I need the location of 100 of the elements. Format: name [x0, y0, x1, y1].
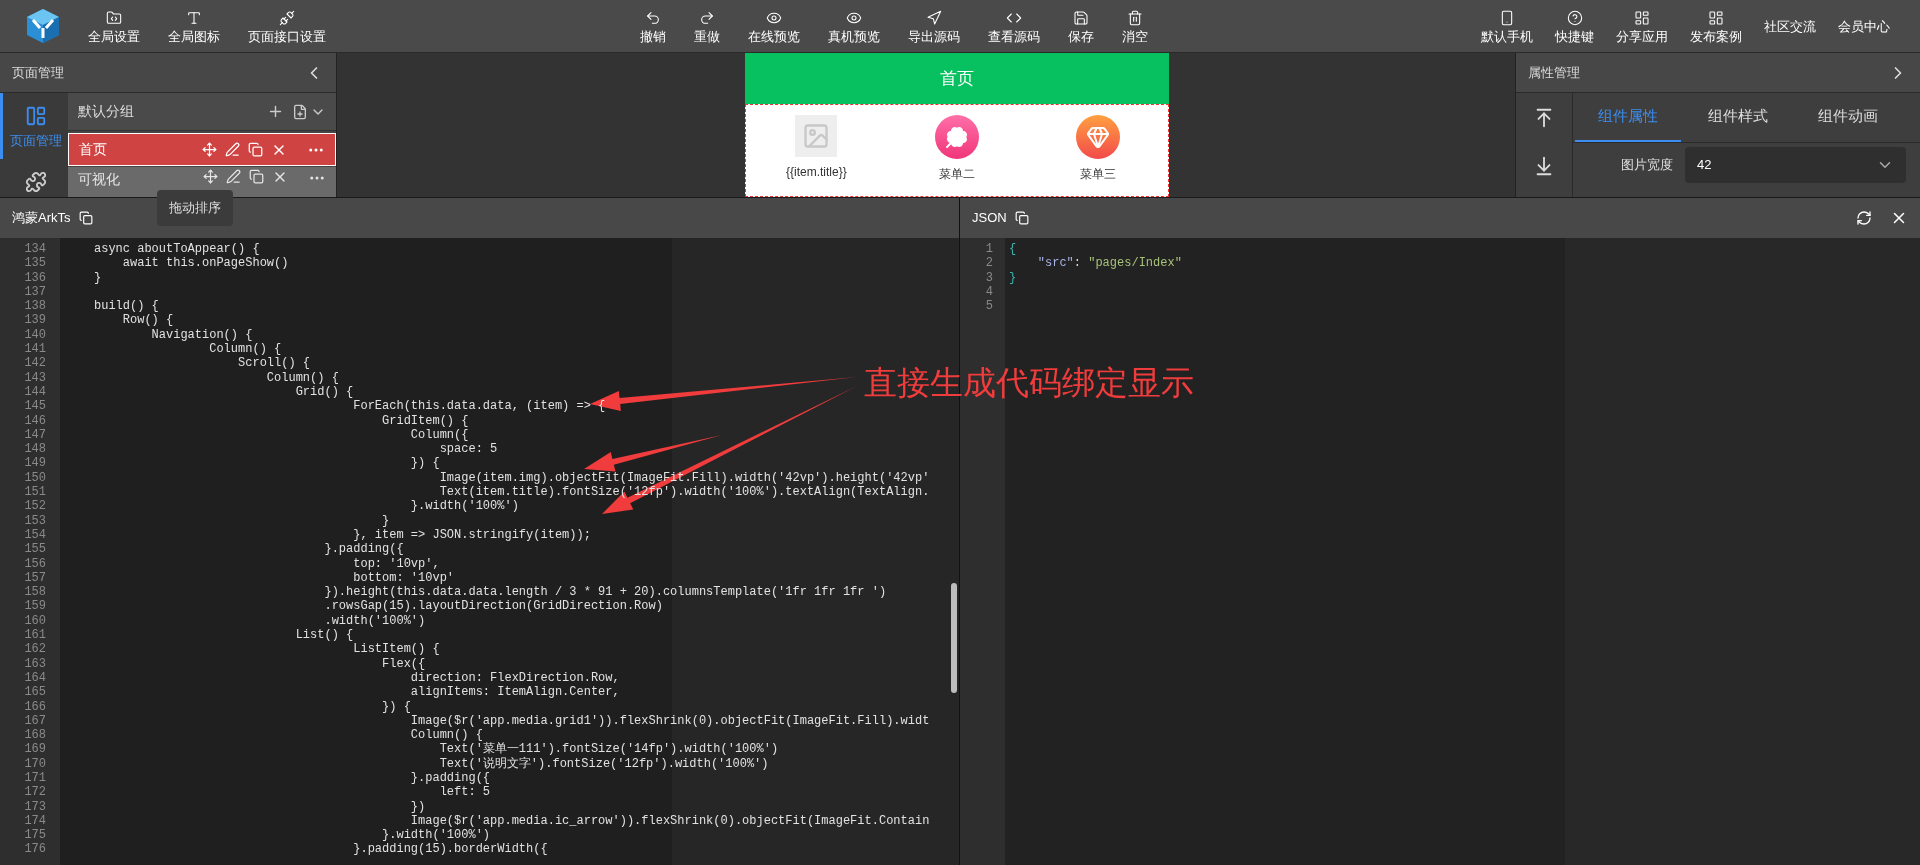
field-label: 图片宽度: [1620, 156, 1673, 175]
line-number: 159: [23, 599, 47, 614]
move-icon[interactable]: [202, 142, 217, 157]
code-line: List() {: [294, 628, 354, 643]
add-file-icon[interactable]: [292, 103, 308, 120]
toolbar-button[interactable]: 真机预览: [828, 0, 880, 52]
code-line: space: 5: [439, 442, 498, 457]
line-number: 138: [23, 299, 47, 314]
code-line: bottom: '10vp': [352, 570, 455, 586]
toolbar-button[interactable]: 撤销: [640, 0, 666, 52]
toolbar-button[interactable]: 发布案例: [1690, 0, 1742, 52]
logo-icon: [26, 8, 60, 44]
move-icon[interactable]: [203, 169, 218, 184]
line-number: 153: [23, 513, 47, 528]
code-line: .rowsGap(15).layoutDirection(GridDirection.Row): [323, 599, 663, 614]
save-icon: [1073, 9, 1089, 26]
line-number: 149: [23, 456, 47, 471]
code-line: Image($r('app.media.ic_arrow')).flexShrink(0).objectFit(ImageFit.Contain: [409, 813, 930, 829]
line-number: 134: [23, 242, 47, 257]
line-number: 141: [23, 342, 47, 357]
toolbar-button[interactable]: 快捷键: [1555, 0, 1594, 52]
toolbar-button[interactable]: 默认手机: [1481, 0, 1533, 52]
toolbar-button[interactable]: 页面接口设置: [248, 0, 326, 52]
grid-label: {{item.title}}: [785, 164, 847, 181]
code-line: .width('100%'): [323, 613, 426, 628]
line-number: 163: [23, 656, 47, 671]
code-line: Column() {: [208, 342, 282, 357]
line-number: 171: [23, 771, 47, 786]
toolbar-button[interactable]: 全局设置: [88, 0, 140, 52]
layout-icon: [24, 105, 47, 127]
undo-icon: [645, 9, 661, 26]
toolbar-button[interactable]: 导出源码: [908, 0, 960, 52]
tab[interactable]: 组件动画: [1795, 93, 1901, 142]
code-line: Grid() {: [294, 384, 354, 400]
line-number: 164: [23, 670, 47, 686]
toolbar-button[interactable]: 全局图标: [168, 0, 220, 52]
page-item[interactable]: 首页: [68, 133, 336, 166]
select-field[interactable]: 42: [1685, 147, 1906, 183]
toolbar-button[interactable]: 在线预览: [748, 0, 800, 52]
toolbar-button[interactable]: 社区交流: [1764, 0, 1816, 52]
scrollbar-thumb[interactable]: [951, 583, 957, 693]
code-line: Column() {: [409, 728, 483, 743]
line-number: 156: [23, 556, 47, 571]
grid-label: 菜单二: [939, 166, 975, 183]
line-number: 145: [23, 399, 47, 414]
panel-title: 鸿蒙ArkTs: [12, 209, 71, 228]
font-icon: [186, 9, 202, 26]
puzzle-icon: [24, 170, 47, 193]
line-number: 1: [984, 242, 994, 257]
copy-icon[interactable]: [248, 142, 263, 157]
tab[interactable]: 组件样式: [1685, 93, 1791, 142]
refresh-icon[interactable]: [1856, 210, 1872, 226]
line-number: 152: [23, 499, 47, 514]
line-number: 148: [23, 442, 47, 457]
code-line: {: [1009, 242, 1017, 257]
page-item[interactable]: 可视化: [68, 167, 336, 197]
toolbar-button[interactable]: 保存: [1068, 0, 1094, 52]
line-number: 169: [23, 742, 47, 757]
line-number: 158: [23, 585, 47, 600]
clover-icon: [935, 115, 979, 159]
line-number: 170: [23, 756, 47, 771]
trash-icon: [1127, 9, 1143, 26]
line-number: 2: [984, 256, 994, 271]
edit-icon[interactable]: [226, 169, 241, 184]
code-line: await this.onPageShow(): [121, 256, 289, 271]
code-line: }): [409, 799, 426, 814]
toolbar-button[interactable]: 查看源码: [988, 0, 1040, 52]
line-number: 137: [23, 284, 47, 300]
code-line: build() {: [94, 299, 159, 314]
line-number: 139: [23, 313, 47, 328]
line-number: 143: [23, 370, 47, 385]
line-number: 146: [23, 413, 47, 428]
line-number: 150: [23, 470, 47, 486]
code-line: Row() {: [121, 313, 174, 328]
toolbar-button[interactable]: 会员中心: [1838, 0, 1890, 52]
line-number: 135: [23, 256, 47, 271]
code-line: Flex({: [381, 656, 426, 671]
layout-icon: [1708, 9, 1724, 26]
copy-icon[interactable]: [78, 211, 93, 225]
line-number: 173: [23, 799, 47, 814]
copy-icon[interactable]: [249, 169, 264, 184]
line-number: 160: [23, 613, 47, 628]
line-number: 172: [23, 785, 47, 800]
folder-code-icon: [106, 9, 122, 26]
add-icon[interactable]: [267, 103, 284, 120]
toolbar-button[interactable]: 分享应用: [1616, 0, 1668, 52]
toolbar-button[interactable]: 消空: [1122, 0, 1148, 52]
code-line: Text('说明文字').fontSize('12fp').width('100%'): [438, 756, 769, 771]
line-number: 161: [23, 628, 47, 643]
code-line: alignItems: ItemAlign.Center,: [410, 685, 620, 700]
send-icon: [926, 9, 942, 26]
copy-icon[interactable]: [1014, 211, 1029, 225]
code-line: Image($r('app.media.grid1')).flexShrink(0).objectFit(ImageFit.Fill).widt: [409, 713, 930, 729]
code-line: }).height(this.data.data.length / 3 * 91 + 20).columnsTemplate('1fr 1fr 1fr '): [323, 585, 887, 600]
line-number: 147: [23, 427, 47, 443]
help-icon: [1566, 9, 1583, 26]
annotation-text: 直接生成代码绑定显示: [864, 363, 1194, 403]
code-line: async aboutToAppear() {: [94, 242, 260, 257]
code-line: top: '10vp',: [352, 556, 440, 571]
toolbar-button[interactable]: 重做: [694, 0, 720, 52]
